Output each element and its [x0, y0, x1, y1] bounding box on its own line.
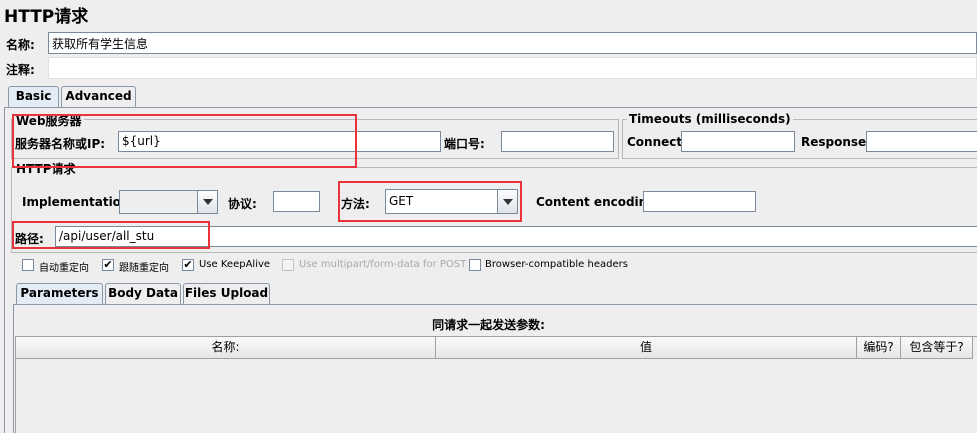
- implementation-dropdown-button[interactable]: [197, 191, 217, 213]
- auto-redirect-checkbox[interactable]: [22, 259, 34, 271]
- highlight-path-box: [12, 221, 210, 249]
- tab-body-data[interactable]: Body Data: [105, 283, 181, 304]
- keepalive-label: Use KeepAlive: [199, 259, 271, 270]
- multipart-label: Use multipart/form-data for POST: [299, 259, 467, 270]
- content-encoding-label: Content encoding:: [536, 195, 661, 209]
- connect-label: Connect:: [627, 135, 687, 149]
- parameters-caption: 同请求一起发送参数:: [432, 318, 545, 332]
- follow-redirects-checkbox[interactable]: ✔: [102, 259, 114, 271]
- comment-field[interactable]: [48, 57, 977, 79]
- column-header-include-equals[interactable]: 包含等于?: [901, 337, 973, 359]
- follow-redirects-label: 跟随重定向: [119, 263, 169, 274]
- comment-label: 注释:: [6, 63, 35, 77]
- chevron-down-icon: [202, 199, 213, 205]
- protocol-field[interactable]: [273, 191, 320, 212]
- connect-timeout-field[interactable]: [681, 131, 795, 152]
- keepalive-checkbox[interactable]: ✔: [182, 259, 194, 271]
- tab-files-upload[interactable]: Files Upload: [183, 283, 270, 304]
- browser-headers-label: Browser-compatible headers: [485, 259, 628, 270]
- response-label: Response:: [801, 135, 871, 149]
- name-label: 名称:: [6, 38, 35, 52]
- highlight-method-box: [338, 181, 522, 222]
- tab-basic[interactable]: Basic: [8, 86, 59, 107]
- auto-redirect-label: 自动重定向: [39, 263, 89, 274]
- browser-headers-checkbox[interactable]: [469, 259, 481, 271]
- implementation-label: Implementation:: [22, 195, 135, 209]
- protocol-label: 协议:: [228, 197, 257, 211]
- multipart-checkbox: [282, 259, 294, 271]
- page-title: HTTP请求: [4, 7, 89, 27]
- column-header-encode[interactable]: 编码?: [857, 337, 901, 359]
- content-encoding-field[interactable]: [643, 191, 756, 212]
- port-field[interactable]: [501, 131, 614, 152]
- tab-advanced[interactable]: Advanced: [61, 86, 136, 107]
- name-field[interactable]: 获取所有学生信息: [48, 32, 977, 54]
- timeouts-group-title: Timeouts (milliseconds): [627, 112, 793, 126]
- column-header-value[interactable]: 值: [436, 337, 857, 359]
- response-timeout-field[interactable]: [866, 131, 977, 152]
- highlight-server-box: [12, 114, 357, 168]
- tab-parameters[interactable]: Parameters: [16, 283, 103, 304]
- port-label: 端口号:: [444, 137, 485, 151]
- column-header-name[interactable]: 名称:: [16, 337, 436, 359]
